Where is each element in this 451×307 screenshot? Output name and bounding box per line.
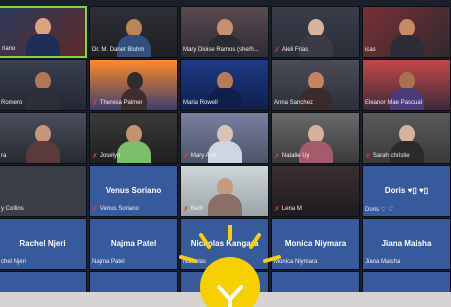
meeting-screen: riano Dr. M. Danet Bluhm Mary Dioise Ram… [0, 0, 451, 307]
mic-muted-icon: ✗ [183, 152, 189, 160]
participant-center-name: Jiana Maisha [381, 239, 432, 248]
mic-muted-icon: ✗ [274, 46, 280, 54]
video-tile-18[interactable]: ✗ Lena M [271, 165, 360, 217]
video-tile-9[interactable]: Eleanor Mae Pascual [362, 59, 451, 111]
participant-name: ra [1, 153, 7, 159]
participant-name: chel Njeri [1, 259, 27, 265]
participant-center-name: Venus Soriano [105, 186, 162, 195]
video-tile-12[interactable]: ✗ Mary Ann [180, 112, 269, 164]
mic-muted-icon: ✗ [183, 205, 189, 213]
participant-name: Jiana Maisha [365, 259, 401, 265]
video-tile-20[interactable]: Rachel Njeri chel Njeri [0, 218, 87, 270]
mic-muted-icon: ✗ [92, 99, 98, 107]
participant-name: icas [365, 47, 376, 53]
video-tile-14[interactable]: ✗ Sarah christie [362, 112, 451, 164]
participant-name: Nicholas [183, 259, 207, 265]
video-tile-13[interactable]: ✗ Natalie Uy [271, 112, 360, 164]
participant-name: riano [2, 46, 16, 52]
video-tile-3[interactable]: ✗ Aleli Frias [271, 6, 360, 58]
participant-name: Aleli Frias [281, 47, 309, 53]
video-tile-7[interactable]: Maria Rowell [180, 59, 269, 111]
participant-name: Sarah christie [372, 153, 410, 159]
video-tile-15[interactable]: y Collins [0, 165, 87, 217]
participant-name: Anna Sanchez [274, 100, 314, 106]
participant-name: Eleanor Mae Pascual [365, 100, 423, 106]
video-tile-5[interactable]: Romero [0, 59, 87, 111]
video-tile-4[interactable]: icas [362, 6, 451, 58]
video-tile-10[interactable]: ra [0, 112, 87, 164]
video-tile-1[interactable]: Dr. M. Danet Bluhm [89, 6, 178, 58]
mic-muted-icon: ✗ [365, 152, 371, 160]
participant-name: Theresa Palmer [99, 100, 143, 106]
participant-name: Monica Niymara [274, 259, 318, 265]
video-tile-0[interactable]: riano [0, 6, 87, 58]
participant-center-name: Rachel Njeri [19, 239, 66, 248]
participant-name: Beth [190, 206, 204, 212]
video-tile-21[interactable]: Najma Patel Najma Patel [89, 218, 178, 270]
participant-name: Doris ♡ ♡ [365, 206, 394, 213]
participant-name: Mary Ann [190, 153, 217, 159]
participant-name: Lena M [281, 206, 302, 212]
mic-muted-icon: ✗ [92, 205, 98, 213]
video-tile-22[interactable]: Nicholas Kangara Nicholas [180, 218, 269, 270]
video-tile-19[interactable]: Doris ♥▯ ♥▯ Doris ♡ ♡ [362, 165, 451, 217]
video-tile-11[interactable]: ✗ Joselyn [89, 112, 178, 164]
participant-center-name: Najma Patel [110, 239, 157, 248]
video-tile-16[interactable]: Venus Soriano ✗ Venus Soriano [89, 165, 178, 217]
participant-name: Mary Dioise Ramos (she/h... [183, 47, 259, 53]
video-tile-2[interactable]: Mary Dioise Ramos (she/h... [180, 6, 269, 58]
participant-name: Joselyn [99, 153, 121, 159]
participant-name: Maria Rowell [183, 100, 218, 106]
participant-name: Venus Soriano [99, 206, 139, 212]
video-tile-23[interactable]: Monica Niymara Monica Niymara [271, 218, 360, 270]
video-tile-6[interactable]: ✗ Theresa Palmer [89, 59, 178, 111]
video-tile-17[interactable]: ✗ Beth [180, 165, 269, 217]
mic-muted-icon: ✗ [274, 205, 280, 213]
participant-center-name: Doris ♥▯ ♥▯ [384, 186, 429, 195]
mic-muted-icon: ✗ [92, 152, 98, 160]
participant-name: Dr. M. Danet Bluhm [92, 47, 145, 53]
participant-name: Natalie Uy [281, 153, 310, 159]
participant-name: y Collins [1, 206, 24, 212]
participant-center-name: Nicholas Kangara [190, 239, 259, 248]
bottom-margin [0, 292, 451, 307]
participant-name: Romero [1, 100, 23, 106]
video-grid: riano Dr. M. Danet Bluhm Mary Dioise Ram… [0, 6, 451, 298]
participant-name: Najma Patel [92, 259, 125, 265]
participant-center-name: Monica Niymara [284, 239, 347, 248]
mic-muted-icon: ✗ [274, 152, 280, 160]
video-tile-8[interactable]: Anna Sanchez [271, 59, 360, 111]
video-tile-24[interactable]: Jiana Maisha Jiana Maisha [362, 218, 451, 270]
